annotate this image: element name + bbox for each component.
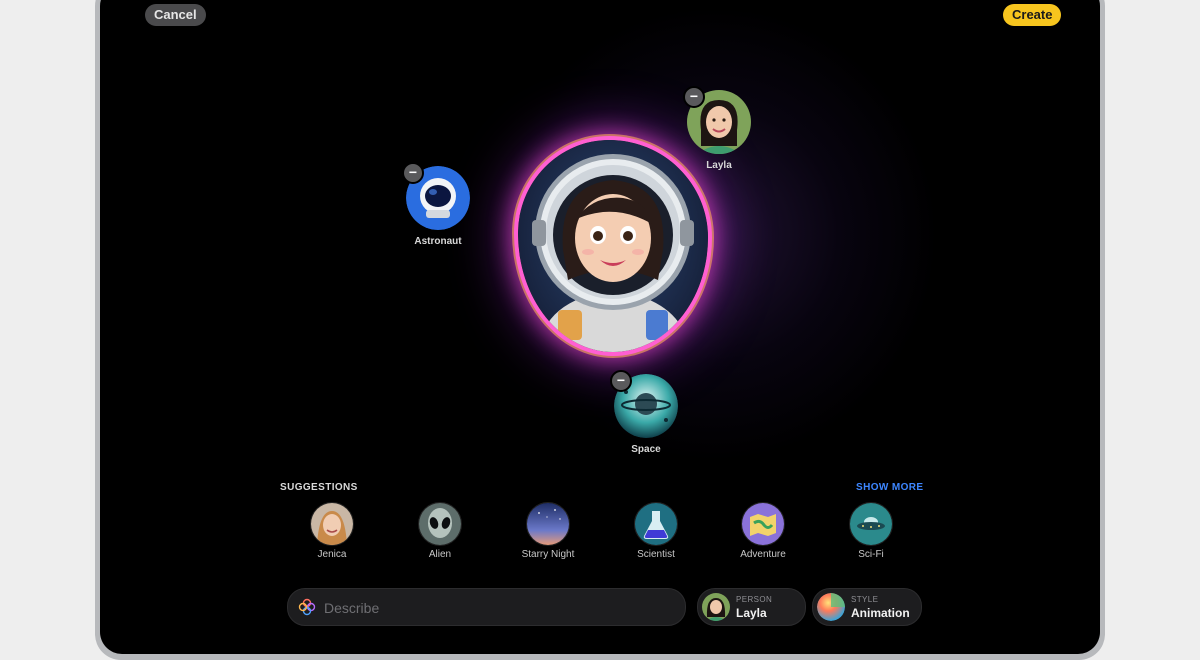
generated-image-preview[interactable]: [518, 140, 708, 352]
concept-astronaut[interactable]: − Astronaut: [402, 162, 470, 247]
suggestions-title: SUGGESTIONS: [280, 482, 358, 493]
starry-night-icon: [526, 502, 570, 546]
grabber-handle[interactable]: [593, 0, 609, 1]
suggestion-label: Starry Night: [521, 549, 575, 560]
concept-label: Astronaut: [414, 236, 462, 247]
suggestion-starry-night[interactable]: Starry Night: [522, 502, 574, 560]
flask-icon: [634, 502, 678, 546]
person-chip[interactable]: PERSON Layla: [697, 588, 806, 626]
concept-label: Layla: [706, 160, 732, 171]
person-chip-kind: PERSON: [736, 595, 773, 604]
suggestion-jenica[interactable]: Jenica: [310, 502, 354, 560]
suggestion-label: Adventure: [740, 549, 786, 560]
suggestion-alien[interactable]: Alien: [418, 502, 462, 560]
ufo-icon: [849, 502, 893, 546]
create-button[interactable]: Create: [1003, 4, 1062, 26]
animation-style-icon: [817, 593, 845, 621]
concept-layla[interactable]: − Layla: [683, 86, 751, 171]
concept-space[interactable]: − Space: [610, 370, 678, 455]
concept-label: Space: [631, 444, 661, 455]
suggestion-adventure[interactable]: Adventure: [740, 502, 786, 560]
jenica-photo-avatar: [310, 502, 354, 546]
suggestion-sci-fi[interactable]: Sci-Fi: [849, 502, 893, 560]
remove-layla-button[interactable]: −: [683, 86, 705, 108]
alien-icon: [418, 502, 462, 546]
suggestion-label: Alien: [428, 549, 452, 560]
image-playground-icon: [298, 598, 316, 621]
map-icon: [741, 502, 785, 546]
cancel-button[interactable]: Cancel: [145, 4, 206, 26]
suggestion-label: Sci-Fi: [858, 549, 884, 560]
layla-thumbnail: [702, 593, 730, 621]
describe-input[interactable]: [322, 597, 666, 619]
show-more-link[interactable]: SHOW MORE: [856, 482, 924, 493]
style-chip-value: Animation: [851, 606, 910, 620]
suggestion-scientist[interactable]: Scientist: [634, 502, 678, 560]
app-screen: Cancel Create − Astronaut − Layla − Spac…: [100, 0, 1100, 654]
remove-space-button[interactable]: −: [610, 370, 632, 392]
remove-astronaut-button[interactable]: −: [402, 162, 424, 184]
astronaut-portrait-image: [532, 154, 694, 352]
suggestion-label: Scientist: [637, 549, 675, 560]
suggestion-label: Jenica: [317, 549, 347, 560]
style-chip-kind: STYLE: [851, 595, 879, 604]
describe-field-container[interactable]: [287, 588, 686, 626]
style-chip[interactable]: STYLE Animation: [812, 588, 922, 626]
person-chip-value: Layla: [736, 606, 767, 620]
